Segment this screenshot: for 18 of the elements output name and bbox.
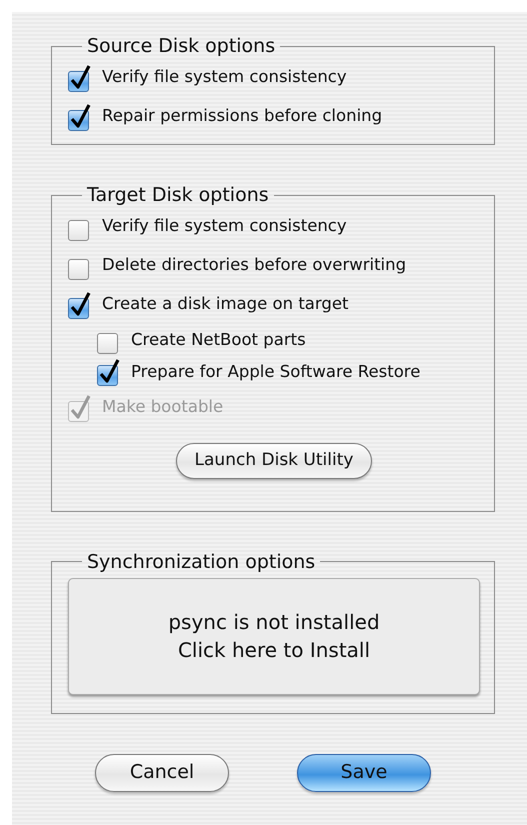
checkbox-label[interactable]: Create NetBoot parts [131, 328, 306, 352]
cancel-button[interactable]: Cancel [95, 754, 229, 792]
checkbox-label[interactable]: Delete directories before overwriting [102, 253, 406, 278]
checkbox-label[interactable]: Create a disk image on target [102, 292, 348, 317]
checkbox-label[interactable]: Verify file system consistency [102, 65, 347, 90]
install-button[interactable]: psync is not installed Click here to Install [68, 578, 480, 694]
group-title: Target Disk options [86, 183, 270, 207]
checkbox[interactable] [68, 102, 91, 130]
save-button[interactable]: Save [297, 754, 431, 792]
checkbox-label[interactable]: Prepare for Apple Software Restore [131, 360, 420, 384]
checkbox[interactable] [68, 64, 91, 92]
checkbox-label[interactable]: Repair permissions before cloning [102, 104, 382, 129]
checkbox[interactable] [97, 358, 120, 386]
checkbox[interactable] [68, 290, 91, 318]
group-title: Synchronization options [86, 550, 316, 574]
checkbox-label[interactable]: Verify file system consistency [102, 214, 347, 239]
group-title: Source Disk options [86, 34, 276, 58]
launch-button[interactable]: Launch Disk Utility [176, 443, 372, 478]
